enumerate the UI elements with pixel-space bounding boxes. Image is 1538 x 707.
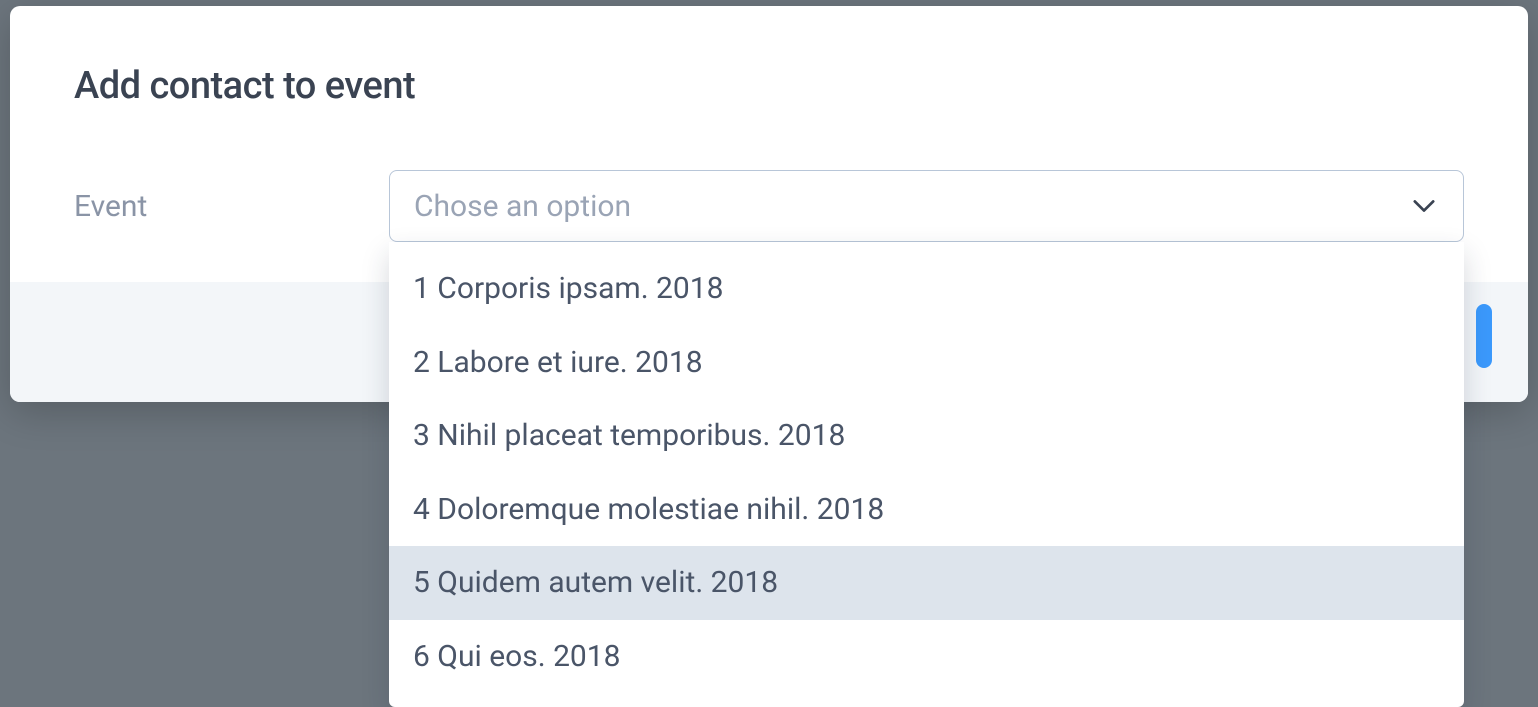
event-option[interactable]: 5 Quidem autem velit. 2018 [389,546,1464,620]
event-select-wrap: Chose an option 1 Corporis ipsam. 20182 … [389,170,1464,242]
event-option[interactable]: 1 Corporis ipsam. 2018 [389,252,1464,326]
chevron-down-icon [1413,195,1435,217]
event-select-placeholder: Chose an option [414,189,631,224]
submit-button[interactable] [1476,304,1492,368]
modal-body: Add contact to event Event Chose an opti… [10,6,1528,282]
event-dropdown: 1 Corporis ipsam. 20182 Labore et iure. … [389,242,1464,707]
event-option[interactable]: 6 Qui eos. 2018 [389,620,1464,694]
event-option[interactable]: 4 Doloremque molestiae nihil. 2018 [389,473,1464,547]
event-label: Event [74,189,369,224]
event-option[interactable]: 3 Nihil placeat temporibus. 2018 [389,399,1464,473]
add-contact-modal: Add contact to event Event Chose an opti… [10,6,1528,402]
modal-title: Add contact to event [74,64,1464,108]
event-option[interactable]: 2 Labore et iure. 2018 [389,326,1464,400]
event-form-row: Event Chose an option 1 Corporis ipsam. … [74,170,1464,242]
event-select[interactable]: Chose an option [389,170,1464,242]
